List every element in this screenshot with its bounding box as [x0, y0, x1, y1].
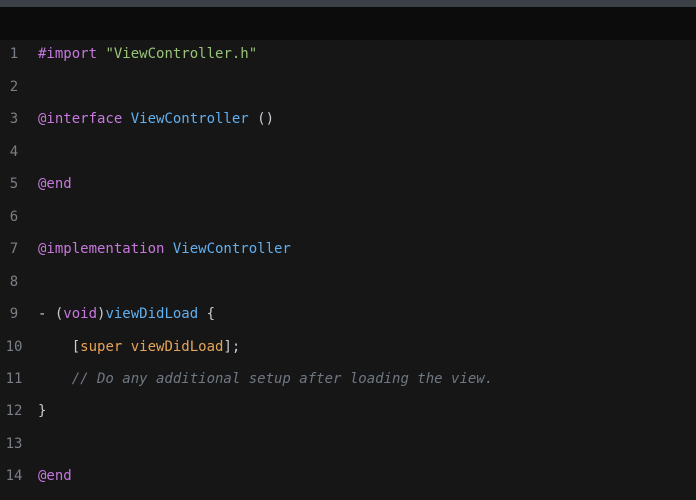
- line-number: 3: [9, 111, 19, 127]
- line-number: 4: [9, 143, 19, 160]
- code-text: @implementation ViewController: [38, 237, 291, 261]
- code-token: @implementation: [38, 241, 173, 257]
- code-text: [super viewDidLoad];: [38, 335, 241, 359]
- code-line[interactable]: 2: [0, 75, 696, 99]
- line-number: 12: [5, 403, 23, 419]
- code-line[interactable]: 10 [super viewDidLoad];: [0, 335, 696, 359]
- code-token: // Do any additional setup after loading…: [71, 370, 494, 387]
- code-token: - (: [38, 306, 64, 322]
- code-editor[interactable]: 1 #import "ViewController.h" 2 3 @interface …: [0, 40, 696, 500]
- code-line[interactable]: 4: [0, 140, 696, 164]
- line-number: 1: [9, 46, 19, 62]
- code-token: void: [63, 306, 98, 322]
- code-line[interactable]: 11 // Do any additional setup after load…: [0, 367, 696, 391]
- code-line[interactable]: 5 @end: [0, 172, 696, 196]
- code-token: ViewController: [172, 241, 291, 257]
- line-number: 7: [9, 241, 19, 257]
- code-line[interactable]: 3 @interface ViewController (): [0, 107, 696, 131]
- code-token: "ViewController.h": [105, 46, 258, 62]
- code-text: @interface ViewController (): [38, 107, 274, 131]
- code-text: }: [38, 399, 46, 423]
- code-text: @end: [38, 464, 72, 488]
- editor-header: [0, 7, 696, 40]
- code-text: // Do any additional setup after loading…: [38, 367, 493, 391]
- code-text: - (void)viewDidLoad {: [38, 302, 215, 326]
- code-token: [: [38, 338, 81, 355]
- line-number: 14: [5, 468, 23, 484]
- code-token: }: [38, 403, 47, 419]
- code-token: viewDidLoad: [105, 306, 199, 322]
- line-number: 8: [9, 273, 19, 290]
- code-token: @end: [38, 468, 72, 484]
- code-text: @end: [38, 172, 72, 196]
- line-number: 10: [5, 338, 23, 355]
- line-number: 11: [5, 370, 23, 387]
- code-line[interactable]: 12}: [0, 399, 696, 423]
- line-number: 6: [9, 208, 19, 225]
- code-token: {: [198, 306, 216, 322]
- code-token: @end: [38, 176, 72, 192]
- code-token: (): [248, 111, 275, 127]
- line-number: 2: [9, 78, 19, 95]
- code-token: ];: [223, 338, 241, 355]
- code-line[interactable]: 8: [0, 270, 696, 294]
- line-number: 13: [5, 435, 23, 452]
- code-token: #import: [38, 46, 106, 62]
- code-line[interactable]: 6: [0, 205, 696, 229]
- code-line[interactable]: 9 - (void)viewDidLoad {: [0, 302, 696, 326]
- code-line[interactable]: 14 @end: [0, 464, 696, 488]
- code-line[interactable]: 1 #import "ViewController.h": [0, 42, 696, 66]
- code-text: #import "ViewController.h": [38, 42, 257, 66]
- line-number: 9: [9, 306, 19, 322]
- code-token: @interface: [38, 111, 131, 127]
- code-line[interactable]: 7 @implementation ViewController: [0, 237, 696, 261]
- code-line[interactable]: 13: [0, 432, 696, 456]
- code-token: ViewController: [130, 111, 249, 127]
- window-top-bar: [0, 0, 696, 7]
- code-token: super viewDidLoad: [80, 338, 224, 355]
- line-number: 5: [9, 176, 19, 192]
